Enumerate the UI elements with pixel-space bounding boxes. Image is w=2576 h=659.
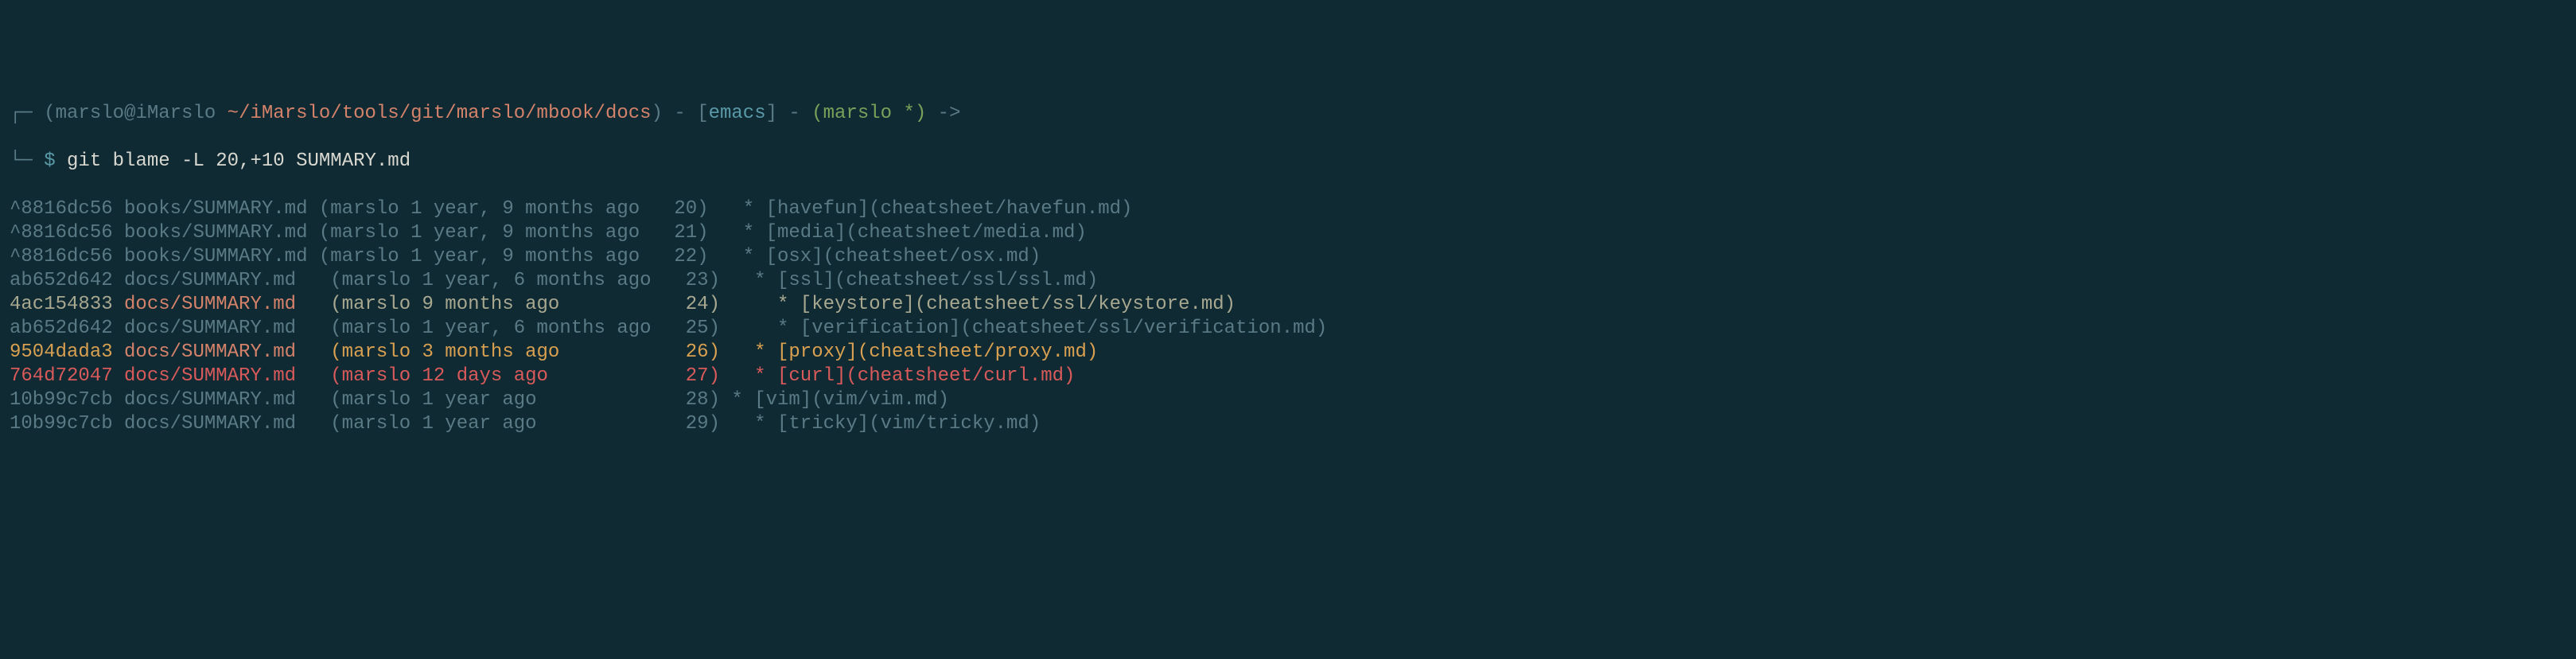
- blame-row: ab652d642 docs/SUMMARY.md (marslo 1 year…: [10, 317, 2566, 341]
- line-content: * [ssl](cheatsheet/ssl/ssl.md): [731, 270, 1098, 291]
- close-paren: ): [652, 103, 663, 124]
- line-content: * [vim](vim/vim.md): [731, 389, 949, 411]
- cwd-path: ~/iMarslo/tools/git/marslo/mbook/docs: [228, 103, 652, 124]
- commit-hash: ^8816dc56: [10, 246, 113, 267]
- blame-row: ^8816dc56 books/SUMMARY.md (marslo 1 yea…: [10, 245, 2566, 269]
- line-number: 25): [674, 318, 720, 339]
- line-number: 27): [674, 365, 720, 387]
- file-path: docs/SUMMARY.md: [124, 341, 330, 363]
- author-date: (marslo 12 days ago: [330, 365, 651, 387]
- file-path: docs/SUMMARY.md: [124, 318, 330, 339]
- line-content: * [keystore](cheatsheet/ssl/keystore.md): [731, 294, 1235, 315]
- editor-name: emacs: [709, 103, 766, 124]
- line-content: * [proxy](cheatsheet/proxy.md): [731, 341, 1098, 363]
- file-path: books/SUMMARY.md: [124, 198, 319, 220]
- line-content: * [havefun](cheatsheet/havefun.md): [720, 198, 1132, 220]
- author-date: (marslo 1 year, 9 months ago: [319, 222, 640, 244]
- lbracket: [: [697, 103, 708, 124]
- file-path: docs/SUMMARY.md: [124, 294, 330, 315]
- commit-hash: 4ac154833: [10, 294, 113, 315]
- git-blame-output: ^8816dc56 books/SUMMARY.md (marslo 1 yea…: [10, 197, 2566, 436]
- file-path: docs/SUMMARY.md: [124, 365, 330, 387]
- blame-row: 4ac154833 docs/SUMMARY.md (marslo 9 mont…: [10, 293, 2566, 317]
- rbracket: ]: [766, 103, 777, 124]
- file-path: books/SUMMARY.md: [124, 222, 319, 244]
- dash1: -: [663, 103, 697, 124]
- blame-row: 9504dada3 docs/SUMMARY.md (marslo 3 mont…: [10, 341, 2566, 365]
- blame-row: ab652d642 docs/SUMMARY.md (marslo 1 year…: [10, 269, 2566, 293]
- author-date: (marslo 3 months ago: [330, 341, 651, 363]
- line-content: * [tricky](vim/tricky.md): [731, 413, 1041, 435]
- author-date: (marslo 1 year, 9 months ago: [319, 246, 640, 267]
- line-number: 28): [674, 389, 720, 411]
- corner-bot: └─: [10, 150, 33, 172]
- prompt-line-1: ┌─ (marslo@iMarslo ~/iMarslo/tools/git/m…: [10, 102, 2566, 126]
- command-text[interactable]: git blame -L 20,+10 SUMMARY.md: [67, 150, 411, 172]
- author-date: (marslo 1 year, 9 months ago: [319, 198, 640, 220]
- author-date: (marslo 1 year, 6 months ago: [330, 270, 651, 291]
- blame-row: 10b99c7cb docs/SUMMARY.md (marslo 1 year…: [10, 388, 2566, 412]
- line-content: * [curl](cheatsheet/curl.md): [731, 365, 1075, 387]
- user-host: marslo@iMarslo: [56, 103, 228, 124]
- commit-hash: ^8816dc56: [10, 222, 113, 244]
- file-path: books/SUMMARY.md: [124, 246, 319, 267]
- line-content: * [verification](cheatsheet/ssl/verifica…: [731, 318, 1327, 339]
- commit-hash: ^8816dc56: [10, 198, 113, 220]
- commit-hash: ab652d642: [10, 270, 113, 291]
- commit-hash: ab652d642: [10, 318, 113, 339]
- file-path: docs/SUMMARY.md: [124, 270, 330, 291]
- git-branch: marslo *: [823, 103, 915, 124]
- blame-row: ^8816dc56 books/SUMMARY.md (marslo 1 yea…: [10, 197, 2566, 221]
- line-number: 26): [674, 341, 720, 363]
- blame-row: 764d72047 docs/SUMMARY.md (marslo 12 day…: [10, 365, 2566, 388]
- line-number: 23): [674, 270, 720, 291]
- branch-open: (: [811, 103, 823, 124]
- author-date: (marslo 1 year ago: [330, 413, 651, 435]
- blame-row: ^8816dc56 books/SUMMARY.md (marslo 1 yea…: [10, 221, 2566, 245]
- line-number: 20): [663, 198, 709, 220]
- author-date: (marslo 9 months ago: [330, 294, 651, 315]
- line-number: 29): [674, 413, 720, 435]
- branch-close: ): [915, 103, 926, 124]
- line-content: * [media](cheatsheet/media.md): [720, 222, 1087, 244]
- author-date: (marslo 1 year ago: [330, 389, 651, 411]
- dash2: -: [777, 103, 811, 124]
- file-path: docs/SUMMARY.md: [124, 413, 330, 435]
- file-path: docs/SUMMARY.md: [124, 389, 330, 411]
- line-number: 21): [663, 222, 709, 244]
- commit-hash: 10b99c7cb: [10, 413, 113, 435]
- prompt-line-2: └─ $ git blame -L 20,+10 SUMMARY.md: [10, 150, 2566, 174]
- blame-row: 10b99c7cb docs/SUMMARY.md (marslo 1 year…: [10, 412, 2566, 436]
- line-number: 22): [663, 246, 709, 267]
- commit-hash: 9504dada3: [10, 341, 113, 363]
- author-date: (marslo 1 year, 6 months ago: [330, 318, 651, 339]
- commit-hash: 10b99c7cb: [10, 389, 113, 411]
- line-number: 24): [674, 294, 720, 315]
- corner-top: ┌─: [10, 103, 33, 124]
- commit-hash: 764d72047: [10, 365, 113, 387]
- dollar: $: [33, 150, 67, 172]
- line-content: * [osx](cheatsheet/osx.md): [720, 246, 1041, 267]
- open-paren: (: [44, 103, 55, 124]
- arrow: ->: [926, 103, 960, 124]
